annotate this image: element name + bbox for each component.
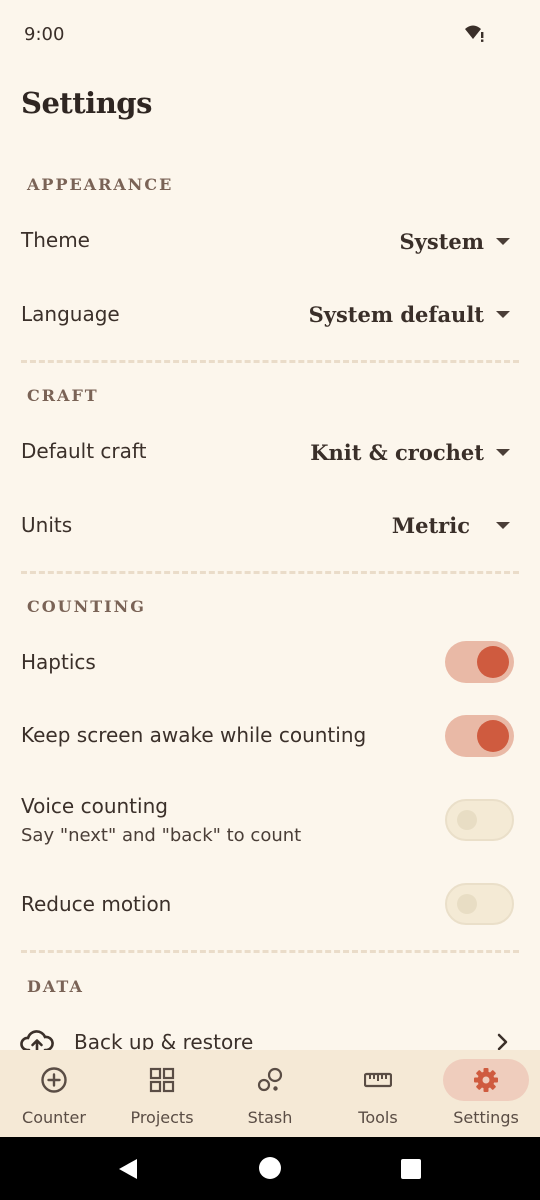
- nav-label: Counter: [22, 1108, 86, 1127]
- toggle-knob: [457, 894, 477, 914]
- units-select[interactable]: Metric: [392, 505, 510, 545]
- toggle-knob: [457, 810, 477, 830]
- language-label: Language: [21, 302, 120, 326]
- wifi-alert-icon: [464, 24, 486, 44]
- language-select[interactable]: System default: [309, 294, 510, 334]
- status-bar: 9:00: [0, 0, 540, 70]
- dropdown-arrow-icon: [496, 448, 510, 456]
- page-title: Settings: [21, 86, 152, 120]
- yarn-balls-icon: [256, 1066, 284, 1094]
- bottom-nav: Counter Projects Stash Tools Settings: [0, 1050, 540, 1137]
- reduce-motion-toggle[interactable]: [445, 883, 514, 925]
- back-icon[interactable]: [117, 1158, 139, 1184]
- voice-counting-label: Voice counting: [21, 794, 168, 818]
- chevron-right-icon: [496, 1032, 510, 1052]
- divider: [21, 571, 519, 574]
- recents-icon[interactable]: [401, 1159, 421, 1183]
- nav-label: Tools: [358, 1108, 398, 1127]
- status-time: 9:00: [24, 24, 65, 45]
- nav-item-settings[interactable]: Settings: [432, 1050, 540, 1137]
- language-value: System default: [308, 301, 484, 327]
- nav-label: Projects: [130, 1108, 194, 1127]
- nav-label: Settings: [453, 1108, 519, 1127]
- toggle-knob: [477, 720, 509, 752]
- units-label: Units: [21, 513, 73, 537]
- voice-counting-sublabel: Say "next" and "back" to count: [21, 825, 302, 846]
- divider: [21, 360, 519, 363]
- nav-item-counter[interactable]: Counter: [0, 1050, 108, 1137]
- dropdown-arrow-icon: [496, 310, 510, 318]
- default-craft-value: Knit & crochet: [310, 439, 484, 465]
- dropdown-arrow-icon: [496, 237, 510, 245]
- system-nav-bar: [0, 1137, 540, 1200]
- keep-awake-toggle[interactable]: [445, 715, 514, 757]
- nav-item-stash[interactable]: Stash: [216, 1050, 324, 1137]
- section-header-data: DATA: [27, 977, 84, 996]
- default-craft-label: Default craft: [21, 439, 147, 463]
- units-value: Metric: [391, 512, 470, 538]
- nav-label: Stash: [247, 1108, 293, 1127]
- home-icon[interactable]: [259, 1157, 281, 1183]
- section-header-counting: COUNTING: [27, 597, 146, 616]
- default-craft-select[interactable]: Knit & crochet: [310, 432, 510, 472]
- grid-icon: [148, 1066, 176, 1094]
- ruler-icon: [363, 1066, 393, 1094]
- gear-icon: [472, 1066, 500, 1094]
- plus-circle-icon: [40, 1066, 68, 1094]
- haptics-label: Haptics: [21, 650, 96, 674]
- keep-awake-label: Keep screen awake while counting: [21, 723, 367, 747]
- section-header-appearance: APPEARANCE: [27, 175, 174, 194]
- dropdown-arrow-icon: [496, 521, 510, 529]
- nav-item-projects[interactable]: Projects: [108, 1050, 216, 1137]
- voice-counting-toggle[interactable]: [445, 799, 514, 841]
- reduce-motion-label: Reduce motion: [21, 892, 172, 916]
- theme-label: Theme: [21, 228, 90, 252]
- nav-item-tools[interactable]: Tools: [324, 1050, 432, 1137]
- section-header-craft: CRAFT: [27, 386, 99, 405]
- toggle-knob: [477, 646, 509, 678]
- theme-select[interactable]: System: [400, 221, 510, 261]
- theme-value: System: [399, 228, 484, 254]
- haptics-toggle[interactable]: [445, 641, 514, 683]
- divider: [21, 950, 519, 953]
